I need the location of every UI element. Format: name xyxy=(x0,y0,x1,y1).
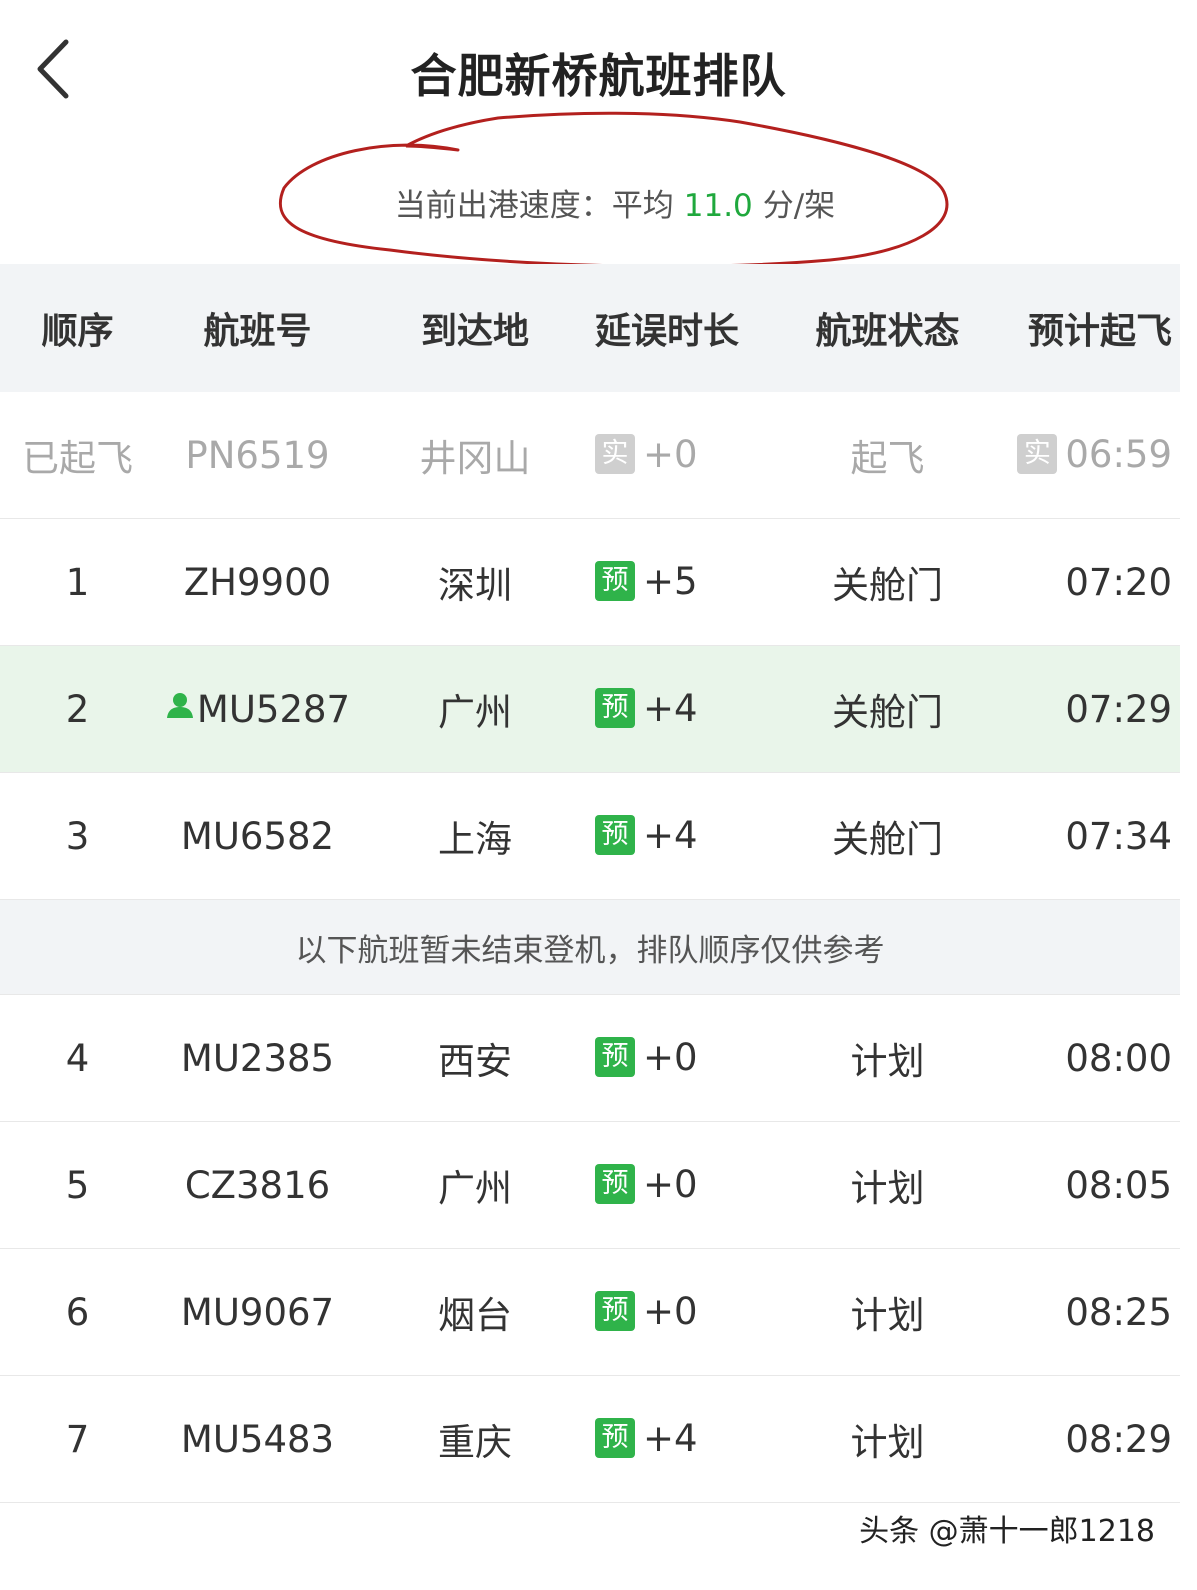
table-row[interactable]: 4 MU2385 西安 预 +0 计划 08:00 xyxy=(0,995,1180,1122)
page-title: 合肥新桥航班排队 xyxy=(410,49,787,103)
actual-badge: 实 xyxy=(1017,433,1058,474)
column-header-destination: 到达地 xyxy=(420,311,529,352)
table-row-my-flight[interactable]: 2 MU5287 广州 预 +4 关舱门 07:29 xyxy=(0,646,1180,773)
row-destination: 广州 xyxy=(438,691,512,734)
estimate-badge: 预 xyxy=(595,1036,635,1077)
row-flight: MU2385 xyxy=(180,1036,335,1080)
column-header-flight: 航班号 xyxy=(203,311,312,352)
table-row[interactable]: 1 ZH9900 深圳 预 +5 关舱门 07:20 xyxy=(0,519,1180,646)
row-order: 5 xyxy=(65,1163,90,1207)
row-delay-value: +0 xyxy=(643,433,698,477)
row-destination: 井冈山 xyxy=(419,437,531,480)
row-flight: MU6582 xyxy=(180,814,335,858)
row-status: 计划 xyxy=(850,1294,925,1337)
row-order: 3 xyxy=(65,814,90,858)
row-order: 4 xyxy=(65,1036,90,1080)
row-destination: 深圳 xyxy=(438,564,512,607)
row-destination: 重庆 xyxy=(438,1421,512,1464)
row-delay: 预 +0 xyxy=(590,1036,790,1080)
row-destination: 西安 xyxy=(438,1040,512,1083)
row-destination: 烟台 xyxy=(438,1294,512,1337)
estimate-badge: 预 xyxy=(595,1290,635,1331)
table-header: 顺序 航班号 到达地 延误时长 航班状态 预计起飞 xyxy=(0,264,1180,392)
row-time: 08:29 xyxy=(1065,1417,1172,1461)
row-delay-value: +4 xyxy=(643,1417,698,1461)
table-row[interactable]: 5 CZ3816 广州 预 +0 计划 08:05 xyxy=(0,1122,1180,1249)
row-destination: 上海 xyxy=(438,818,512,861)
row-delay: 预 +5 xyxy=(590,560,790,604)
row-time: 07:29 xyxy=(1065,687,1172,731)
row-delay: 预 +0 xyxy=(590,1163,790,1207)
table-row[interactable]: 6 MU9067 烟台 预 +0 计划 08:25 xyxy=(0,1249,1180,1376)
row-status: 关舱门 xyxy=(832,564,943,607)
row-delay: 预 +4 xyxy=(590,1417,790,1461)
row-delay: 预 +4 xyxy=(590,687,790,731)
row-status: 关舱门 xyxy=(832,691,943,734)
person-icon xyxy=(166,693,193,718)
row-order: 1 xyxy=(65,560,90,604)
estimate-badge: 预 xyxy=(595,687,635,728)
row-delay-value: +5 xyxy=(643,560,698,604)
row-status: 计划 xyxy=(850,1421,925,1464)
row-order: 6 xyxy=(65,1290,90,1334)
row-time: 08:05 xyxy=(1065,1163,1172,1207)
estimate-badge: 预 xyxy=(595,814,635,855)
row-delay: 预 +4 xyxy=(590,814,790,858)
speed-unit: 分/架 xyxy=(762,188,836,224)
row-delay-value: +4 xyxy=(643,814,698,858)
watermark: 头条 @萧十一郎1218 xyxy=(859,1514,1155,1549)
speed-area: 当前出港速度：平均 11.0 分/架 xyxy=(270,108,960,276)
column-header-departure: 预计起飞 xyxy=(1027,311,1172,352)
estimate-badge: 预 xyxy=(595,560,635,601)
row-delay-value: +4 xyxy=(643,687,698,731)
row-time: 07:20 xyxy=(1065,560,1172,604)
column-header-delay: 延误时长 xyxy=(595,311,740,352)
table-row[interactable]: 7 MU5483 重庆 预 +4 计划 08:29 xyxy=(0,1376,1180,1503)
row-status: 计划 xyxy=(850,1040,925,1083)
speed-label: 当前出港速度：平均 xyxy=(394,188,674,224)
row-delay: 实 +0 xyxy=(590,433,790,477)
row-flight: ZH9900 xyxy=(183,560,332,604)
flight-queue-table: 顺序 航班号 到达地 延误时长 航班状态 预计起飞 已起飞 PN6519 井冈山… xyxy=(0,264,1180,1503)
estimate-badge: 预 xyxy=(595,1417,635,1458)
row-status: 起飞 xyxy=(850,437,925,480)
column-header-order: 顺序 xyxy=(41,311,114,352)
column-header-status: 航班状态 xyxy=(815,311,960,352)
row-delay-value: +0 xyxy=(643,1036,698,1080)
row-order: 已起飞 xyxy=(22,437,133,480)
actual-badge: 实 xyxy=(595,433,635,474)
row-flight: PN6519 xyxy=(185,433,330,477)
row-time: 08:25 xyxy=(1065,1290,1172,1334)
row-delay-value: +0 xyxy=(643,1163,698,1207)
row-time: 07:34 xyxy=(1065,814,1172,858)
row-flight: MU5287 xyxy=(155,688,360,731)
boarding-notice: 以下航班暂未结束登机，排队顺序仅供参考 xyxy=(0,900,1180,995)
row-delay-value: +0 xyxy=(643,1290,698,1334)
row-order: 2 xyxy=(65,687,90,731)
row-flight-number: MU5287 xyxy=(196,687,351,731)
row-flight: MU9067 xyxy=(180,1290,335,1334)
row-status: 关舱门 xyxy=(832,818,943,861)
row-time: 08:00 xyxy=(1065,1036,1172,1080)
row-time: 实 06:59 xyxy=(985,433,1180,477)
row-status: 计划 xyxy=(850,1167,925,1210)
departure-speed: 当前出港速度：平均 11.0 分/架 xyxy=(270,180,960,225)
table-row[interactable]: 3 MU6582 上海 预 +4 关舱门 07:34 xyxy=(0,773,1180,900)
table-row[interactable]: 已起飞 PN6519 井冈山 实 +0 起飞 实 06:59 xyxy=(0,392,1180,519)
speed-value: 11.0 xyxy=(683,188,753,224)
row-time-value: 06:59 xyxy=(1065,433,1172,477)
row-flight: CZ3816 xyxy=(184,1163,331,1207)
row-order: 7 xyxy=(65,1417,90,1461)
row-flight: MU5483 xyxy=(180,1417,335,1461)
row-delay: 预 +0 xyxy=(590,1290,790,1334)
estimate-badge: 预 xyxy=(595,1163,635,1204)
row-destination: 广州 xyxy=(438,1167,512,1210)
